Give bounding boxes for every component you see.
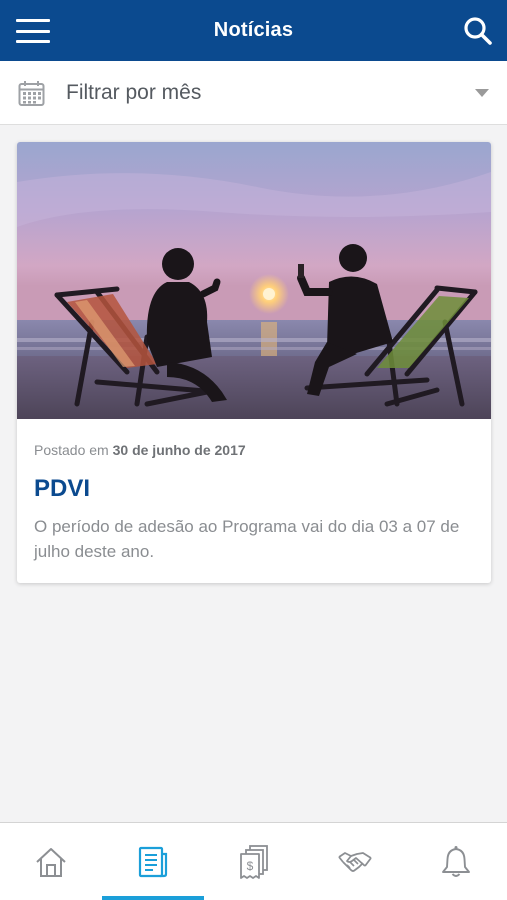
home-icon — [35, 848, 66, 877]
news-summary: O período de adesão ao Programa vai do d… — [34, 517, 460, 561]
caret-down-icon — [475, 89, 489, 97]
news-title[interactable]: PDVI — [34, 475, 90, 503]
month-filter-dropdown[interactable]: Filtrar por mês — [0, 61, 507, 125]
page-title: Notícias — [213, 19, 294, 41]
handshake-icon — [337, 852, 372, 872]
news-image — [17, 142, 491, 419]
app-header: Notícias — [0, 0, 507, 61]
posted-date-value: 30 de junho de 2017 — [112, 442, 246, 458]
receipts-icon: $ — [239, 845, 268, 879]
tab-receipts[interactable]: $ — [203, 823, 304, 900]
tab-news[interactable] — [102, 823, 203, 900]
tab-partners[interactable] — [304, 823, 405, 900]
svg-text:$: $ — [246, 859, 253, 873]
tab-home[interactable] — [0, 823, 101, 900]
news-icon — [138, 846, 167, 878]
bottom-tab-bar: $ — [0, 822, 507, 900]
filter-label: Filtrar por mês — [66, 81, 202, 104]
calendar-icon — [18, 81, 45, 106]
search-icon[interactable] — [461, 14, 495, 48]
news-card[interactable]: Postado em 30 de junho de 2017 PDVI O pe… — [17, 142, 491, 583]
hamburger-menu-icon[interactable] — [16, 19, 50, 43]
active-tab-indicator — [102, 896, 204, 900]
bell-icon — [441, 846, 470, 877]
posted-prefix: Postado em — [34, 442, 109, 458]
posted-date: Postado em 30 de junho de 2017 — [34, 442, 246, 458]
tab-notifications[interactable] — [405, 823, 506, 900]
